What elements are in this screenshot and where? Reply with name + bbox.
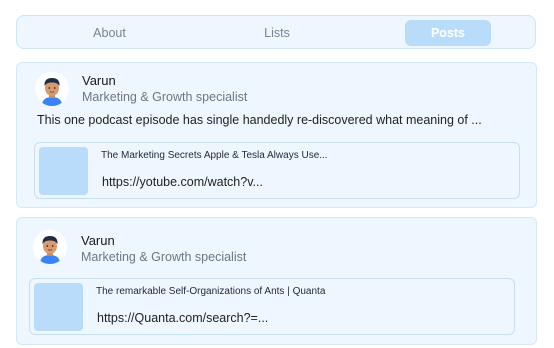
- user-avatar-icon: [33, 230, 67, 264]
- link-url[interactable]: https://Quanta.com/search?=...: [97, 311, 268, 325]
- post-text: This one podcast episode has single hand…: [37, 113, 482, 127]
- tab-about[interactable]: About: [72, 20, 147, 46]
- profile-tabs: About Lists Posts: [16, 15, 536, 49]
- author-name[interactable]: Varun: [81, 233, 115, 248]
- link-title: The remarkable Self-Organizations of Ant…: [96, 286, 326, 297]
- post-card: Varun Marketing & Growth specialist The …: [16, 217, 537, 345]
- link-url[interactable]: https://yotube.com/watch?v...: [102, 175, 263, 189]
- avatar[interactable]: [33, 230, 67, 264]
- tab-posts[interactable]: Posts: [405, 20, 491, 46]
- link-thumbnail: [34, 283, 83, 331]
- author-name[interactable]: Varun: [82, 73, 116, 88]
- link-thumbnail: [39, 147, 88, 195]
- link-title: The Marketing Secrets Apple & Tesla Alwa…: [101, 150, 328, 161]
- author-role: Marketing & Growth specialist: [81, 250, 247, 264]
- author-role: Marketing & Growth specialist: [82, 90, 248, 104]
- link-preview-card[interactable]: The Marketing Secrets Apple & Tesla Alwa…: [34, 142, 520, 199]
- tab-lists[interactable]: Lists: [237, 20, 317, 46]
- link-preview-card[interactable]: The remarkable Self-Organizations of Ant…: [29, 278, 515, 335]
- avatar[interactable]: [35, 72, 69, 106]
- post-card: Varun Marketing & Growth specialist This…: [16, 62, 537, 208]
- user-avatar-icon: [35, 72, 69, 106]
